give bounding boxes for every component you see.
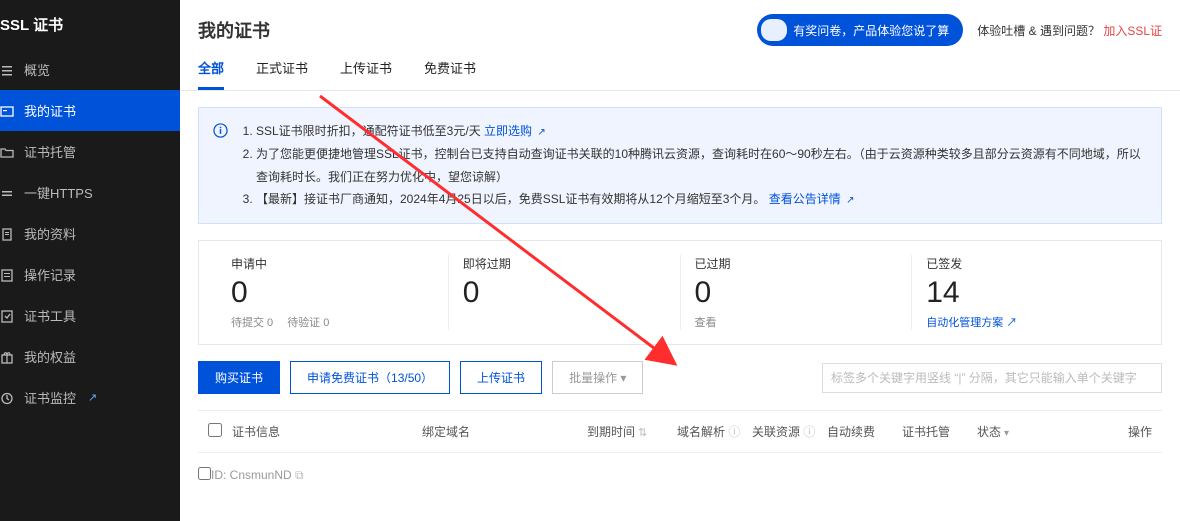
stat-value: 0 — [463, 276, 666, 310]
stat-3: 已签发 14 自动化管理方案 ↗ — [912, 255, 1143, 330]
info-icon[interactable]: ⓘ — [803, 425, 815, 439]
stat-value: 0 — [695, 276, 898, 310]
promo-banner[interactable]: 有奖问卷，产品体验您说了算 — [757, 14, 963, 46]
copy-icon[interactable]: ⧉ — [295, 468, 304, 482]
notice-item-3: 【最新】接证书厂商通知，2024年4月25日以后，免费SSL证书有效期将从12个… — [256, 188, 1147, 211]
info-icon[interactable]: ⓘ — [728, 425, 740, 439]
notice-item-1: SSL证书限时折扣，通配符证书低至3元/天 立即选购 ↗ — [256, 120, 1147, 143]
search-box — [822, 363, 1162, 393]
stat-link[interactable]: 自动化管理方案 ↗ — [926, 314, 1017, 330]
col-status[interactable]: 状态 — [977, 423, 1047, 440]
col-cert-info: 证书信息 — [232, 423, 422, 440]
sidebar-item-label: 我的证书 — [24, 101, 76, 120]
announcement-link[interactable]: 查看公告详情 ↗ — [769, 192, 855, 206]
stat-label: 已签发 — [926, 255, 1129, 272]
sidebar-item-label: 证书工具 — [24, 306, 76, 325]
stat-sub: 查看 — [695, 314, 717, 330]
sidebar-item-label: 一键HTTPS — [24, 183, 93, 202]
tab-0[interactable]: 全部 — [198, 58, 224, 90]
survey-icon — [761, 19, 787, 41]
clock-icon — [0, 268, 14, 282]
tab-3[interactable]: 免费证书 — [424, 58, 476, 90]
help-text: 体验吐槽 & 遇到问题？ 加入SSL证 — [977, 22, 1162, 39]
row-checkbox[interactable] — [198, 467, 211, 480]
col-domain: 绑定域名 — [422, 423, 587, 440]
main-panel: 我的证书 有奖问卷，产品体验您说了算 体验吐槽 & 遇到问题？ 加入SSL证 全… — [180, 0, 1180, 521]
sidebar-item-5[interactable]: 操作记录 — [0, 254, 180, 295]
upload-cert-button[interactable]: 上传证书 — [460, 361, 542, 394]
sidebar-item-7[interactable]: 我的权益 — [0, 336, 180, 377]
doc-icon — [0, 227, 14, 241]
batch-button[interactable]: 批量操作 ▾ — [552, 361, 643, 394]
card-icon — [0, 104, 14, 118]
sidebar-item-0[interactable]: 概览 — [0, 49, 180, 90]
stats-row: 申请中 0 待提交 0 待验证 0 即将过期 0 已过期 0 查看 已签发 14 自动化管理方案 ↗ — [198, 240, 1162, 345]
select-all-checkbox[interactable] — [208, 423, 222, 437]
stat-2: 已过期 0 查看 — [681, 255, 913, 330]
apply-free-button[interactable]: 申请免费证书（13/50） — [290, 361, 450, 394]
stat-0: 申请中 0 待提交 0 待验证 0 — [217, 255, 449, 330]
sidebar-item-2[interactable]: 证书托管 — [0, 131, 180, 172]
buy-cert-button[interactable]: 购买证书 — [198, 361, 280, 394]
notice-item-2: 为了您能更便捷地管理SSL证书，控制台已支持自动查询证书关联的10种腾讯云资源，… — [256, 143, 1147, 189]
col-op: 操作 — [1047, 423, 1162, 440]
monitor-icon — [0, 391, 14, 405]
stat-label: 申请中 — [231, 255, 434, 272]
action-bar: 购买证书 申请免费证书（13/50） 上传证书 批量操作 ▾ — [198, 361, 1162, 394]
sidebar-item-label: 概览 — [24, 60, 50, 79]
col-host: 证书托管 — [902, 423, 977, 440]
table-header: 证书信息 绑定域名 到期时间 域名解析 ⓘ 关联资源 ⓘ 自动续费 证书托管 状… — [198, 410, 1162, 453]
sidebar-item-label: 操作记录 — [24, 265, 76, 284]
list-icon — [0, 63, 14, 77]
app-title: SSL 证书 — [0, 0, 180, 49]
info-icon — [213, 123, 228, 211]
join-link[interactable]: 加入SSL证 — [1103, 24, 1162, 38]
promo-text: 有奖问卷，产品体验您说了算 — [793, 22, 949, 39]
folder-icon — [0, 145, 14, 159]
tabs: 全部正式证书上传证书免费证书 — [180, 46, 1180, 91]
sidebar-item-3[interactable]: 一键HTTPS — [0, 172, 180, 213]
col-renew: 自动续费 — [827, 423, 902, 440]
tool-icon — [0, 309, 14, 323]
stat-1: 即将过期 0 — [449, 255, 681, 330]
stat-value: 0 — [231, 276, 434, 310]
buy-now-link[interactable]: 立即选购 ↗ — [484, 124, 546, 138]
gift-icon — [0, 350, 14, 364]
stat-label: 已过期 — [695, 255, 898, 272]
tab-2[interactable]: 上传证书 — [340, 58, 392, 90]
col-dns: 域名解析 ⓘ — [677, 423, 752, 440]
stat-value: 14 — [926, 276, 1129, 310]
col-resource: 关联资源 ⓘ — [752, 423, 827, 440]
external-icon: ↗ — [846, 195, 854, 206]
external-icon: ↗ — [88, 391, 97, 404]
tab-1[interactable]: 正式证书 — [256, 58, 308, 90]
page-title: 我的证书 — [198, 17, 270, 43]
table-row[interactable]: ID: CnsmunND ⧉ — [198, 453, 1162, 497]
sidebar-item-6[interactable]: 证书工具 — [0, 295, 180, 336]
equals-icon — [0, 186, 14, 200]
sidebar: SSL 证书 概览我的证书证书托管一键HTTPS 我的资料操作记录证书工具我的权益… — [0, 0, 180, 521]
sidebar-item-8[interactable]: 证书监控 ↗ — [0, 377, 180, 418]
external-icon: ↗ — [537, 127, 545, 138]
stat-sub: 待提交 0 — [231, 314, 273, 330]
col-expire[interactable]: 到期时间 — [587, 423, 677, 440]
sidebar-item-label: 我的资料 — [24, 224, 76, 243]
cert-id: CnsmunND — [230, 468, 292, 482]
sidebar-item-label: 证书托管 — [24, 142, 76, 161]
stat-label: 即将过期 — [463, 255, 666, 272]
stat-sub: 待验证 0 — [287, 314, 329, 330]
sidebar-item-4[interactable]: 我的资料 — [0, 213, 180, 254]
sidebar-item-1[interactable]: 我的证书 — [0, 90, 180, 131]
sidebar-item-label: 证书监控 — [24, 388, 76, 407]
search-input[interactable] — [822, 363, 1162, 393]
sidebar-item-label: 我的权益 — [24, 347, 76, 366]
notice-box: SSL证书限时折扣，通配符证书低至3元/天 立即选购 ↗ 为了您能更便捷地管理S… — [198, 107, 1162, 224]
